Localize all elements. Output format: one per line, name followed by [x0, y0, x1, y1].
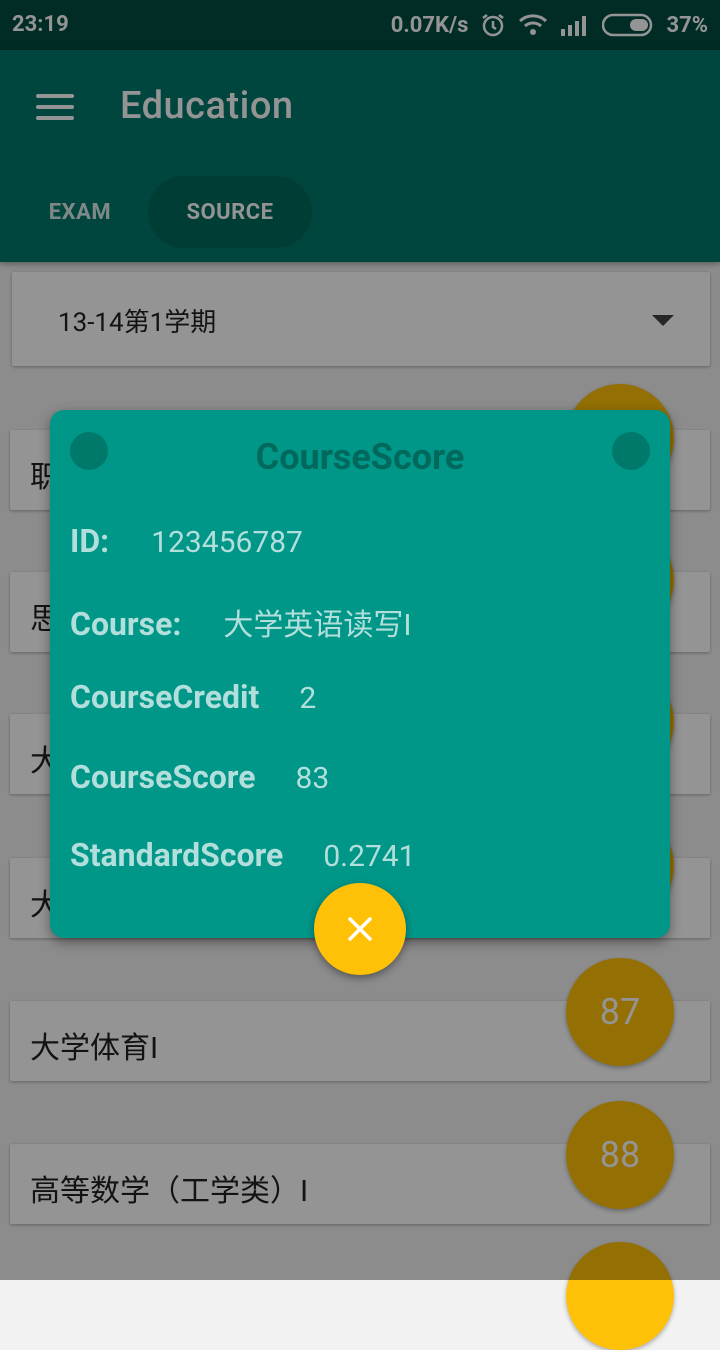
close-icon: [348, 917, 372, 941]
credit-row: CourseCredit 2: [70, 678, 316, 716]
dialog-title: CourseScore: [255, 436, 465, 478]
standard-score-label: StandardScore: [70, 836, 284, 874]
id-value: 123456787: [151, 525, 303, 560]
course-row: Course: 大学英语读写I: [70, 600, 412, 644]
score-label: CourseScore: [70, 758, 256, 796]
credit-label: CourseCredit: [70, 678, 260, 716]
score-value: 83: [295, 761, 330, 796]
course-value: 大学英语读写I: [223, 608, 412, 643]
standard-score-value: 0.2741: [323, 839, 416, 874]
close-button[interactable]: [314, 883, 406, 975]
score-row: CourseScore 83: [70, 758, 329, 796]
course-score-dialog: CourseScore ID: 123456787 Course: 大学英语读写…: [50, 410, 670, 938]
id-label: ID:: [70, 522, 110, 560]
id-row: ID: 123456787: [70, 522, 303, 560]
standard-score-row: StandardScore 0.2741: [70, 836, 416, 874]
credit-value: 2: [299, 681, 317, 716]
course-label: Course:: [70, 605, 182, 643]
